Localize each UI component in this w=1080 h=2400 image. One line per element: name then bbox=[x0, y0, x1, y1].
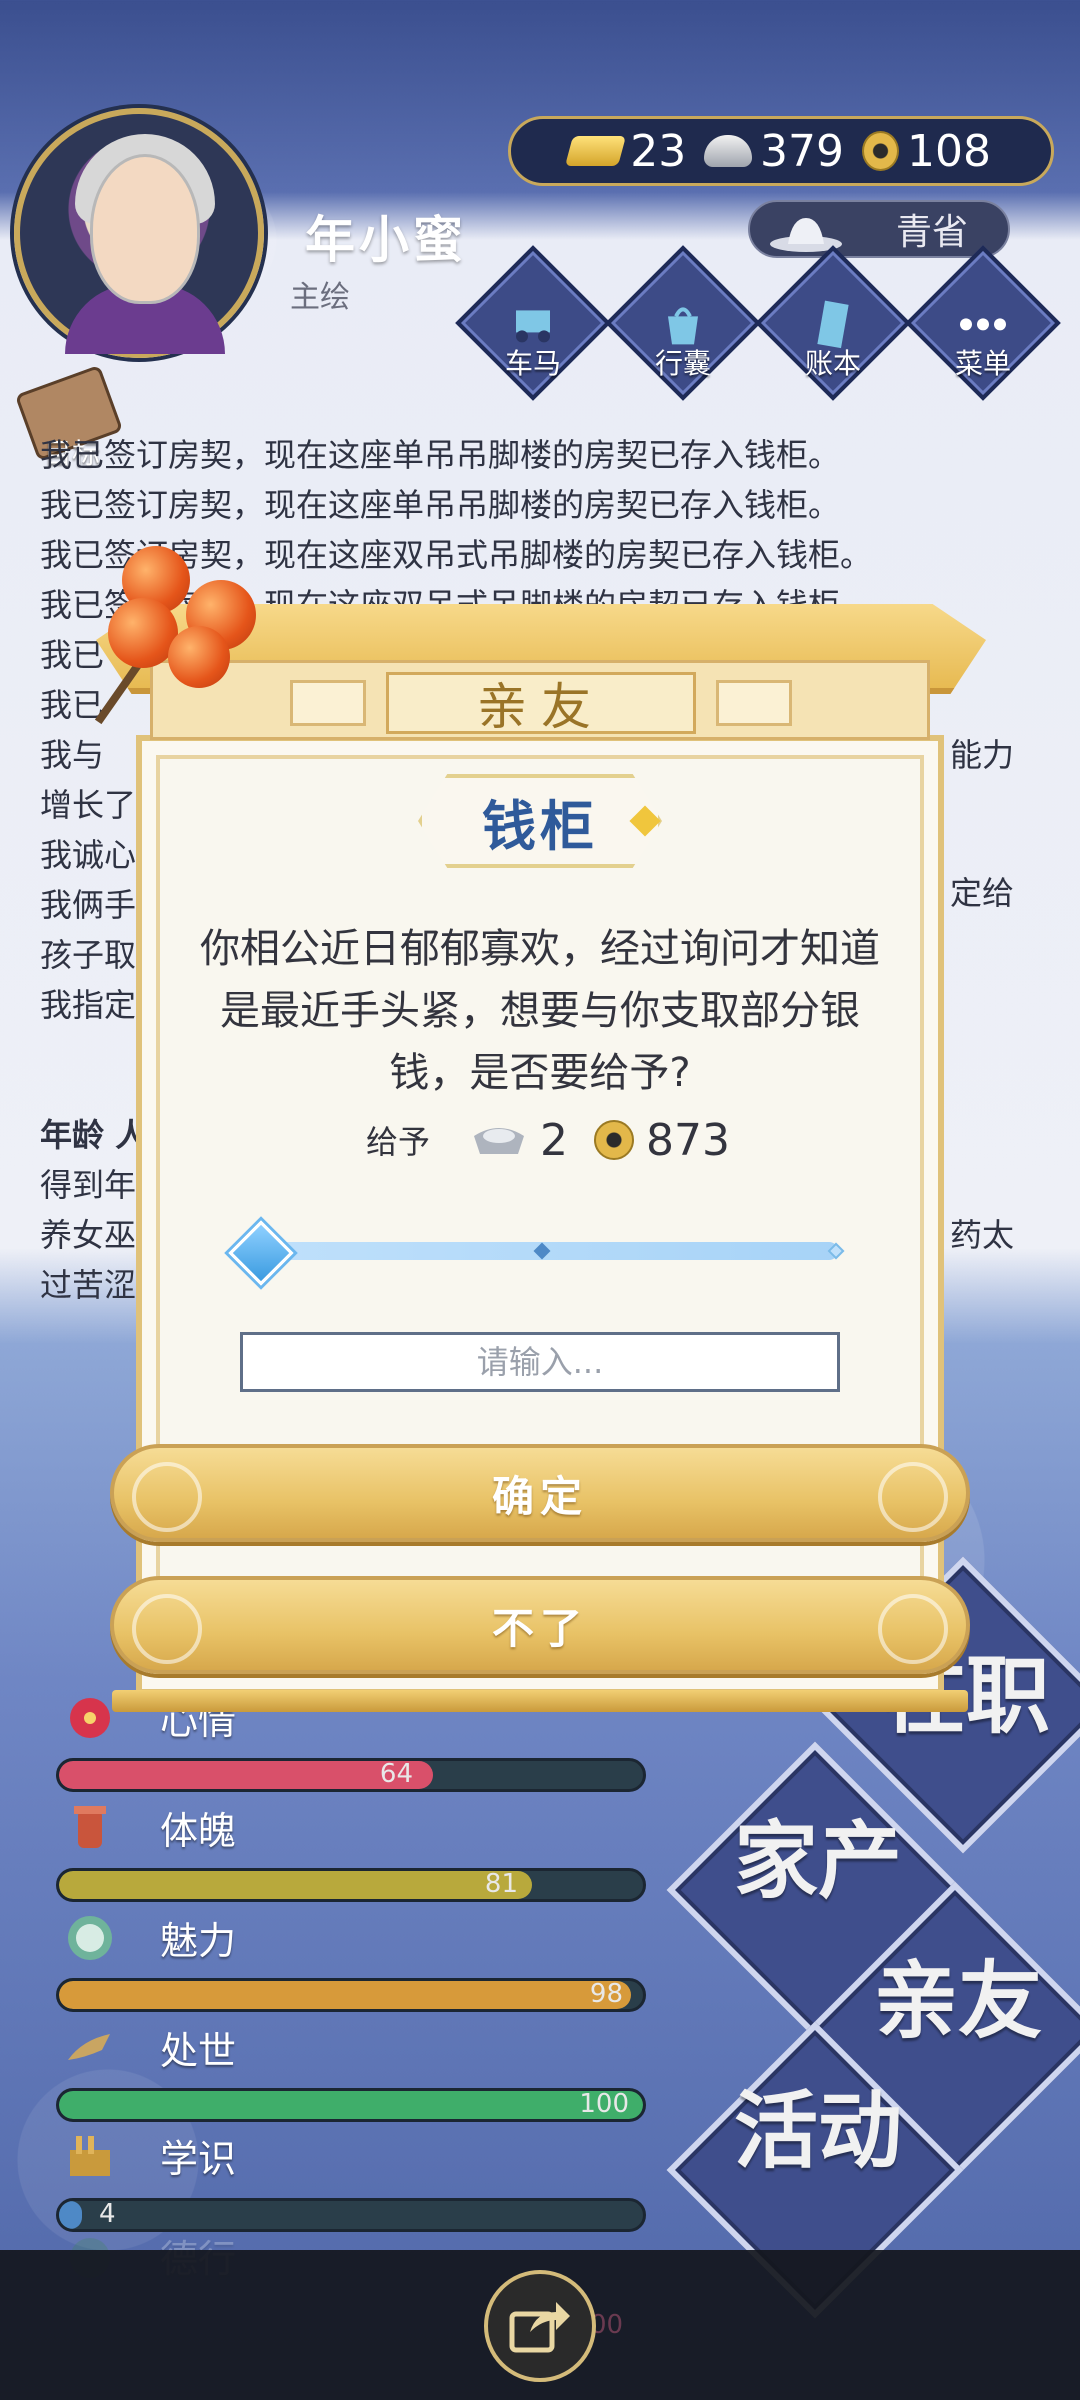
swirl-ornament bbox=[878, 1594, 948, 1664]
give-coin-value: 873 bbox=[646, 1114, 730, 1166]
amount-input[interactable] bbox=[240, 1332, 840, 1392]
dialog-panel bbox=[136, 735, 944, 1695]
section-title: 钱柜 bbox=[418, 774, 662, 868]
cancel-button-label: 不了 bbox=[491, 1603, 588, 1653]
give-label: 给予 bbox=[366, 1123, 431, 1161]
swirl-ornament bbox=[878, 1462, 948, 1532]
give-amount-row: 给予 2 873 bbox=[366, 1112, 730, 1168]
dialog-title: 亲友 bbox=[386, 672, 696, 736]
hawthorn-icon bbox=[168, 626, 230, 688]
copper-coin-icon bbox=[594, 1120, 635, 1160]
silver-ingot-icon bbox=[474, 1128, 525, 1154]
plaque-ornament bbox=[290, 680, 366, 726]
swirl-ornament bbox=[132, 1594, 202, 1664]
confirm-button[interactable]: 确定 bbox=[110, 1444, 970, 1542]
dialog-message: 你相公近日郁郁寡欢，经过询问才知道是最近手头紧，想要与你支取部分银钱，是否要给予… bbox=[200, 926, 880, 1096]
dialog-bottom-bar bbox=[112, 1690, 968, 1712]
confirm-button-label: 确定 bbox=[491, 1471, 588, 1521]
cancel-button[interactable]: 不了 bbox=[110, 1576, 970, 1674]
give-silver-value: 2 bbox=[540, 1114, 569, 1166]
plaque-ornament bbox=[716, 680, 792, 726]
swirl-ornament bbox=[132, 1462, 202, 1532]
